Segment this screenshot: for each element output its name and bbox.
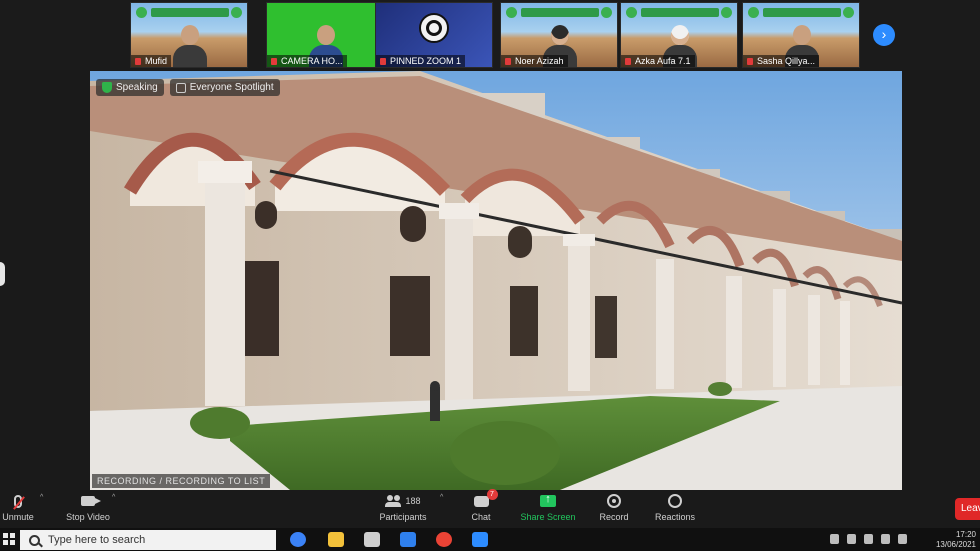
- shield-icon: [102, 82, 112, 93]
- chat-unread-badge: 7: [486, 488, 498, 500]
- mail-icon[interactable]: [400, 532, 416, 547]
- participant-tile[interactable]: Mufid: [130, 2, 248, 68]
- chevron-up-icon[interactable]: [830, 534, 839, 544]
- windows-start-icon[interactable]: [3, 533, 15, 545]
- zoom-app-icon[interactable]: [472, 532, 488, 547]
- clock-date: 13/06/2021: [935, 540, 976, 549]
- battery-icon[interactable]: [864, 534, 873, 544]
- taskbar-search-box[interactable]: Type here to search: [20, 530, 276, 550]
- next-page-button[interactable]: ›: [873, 24, 895, 46]
- stop-video-button[interactable]: Stop Video: [60, 493, 116, 522]
- stop-video-label: Stop Video: [66, 512, 110, 522]
- participant-name: PINNED ZOOM 1: [376, 55, 466, 67]
- video-overlay-chips: Speaking Everyone Spotlight: [96, 79, 280, 96]
- badge-right: [721, 7, 732, 18]
- reactions-icon: [668, 494, 682, 508]
- badge-right: [601, 7, 612, 18]
- banner: [151, 8, 229, 17]
- banner: [521, 8, 599, 17]
- spotlight-chip[interactable]: Everyone Spotlight: [169, 79, 280, 96]
- share-screen-label: Share Screen: [520, 512, 576, 522]
- participant-strip: Mufid CAMERA HO... PINNED ZOOM 1 Noer Az…: [0, 0, 980, 70]
- reactions-label: Reactions: [654, 512, 696, 522]
- banner: [641, 8, 719, 17]
- banner: [763, 8, 841, 17]
- participant-tile[interactable]: Sasha Qillya...: [742, 2, 860, 68]
- clock[interactable]: 17:20 13/06/2021: [936, 530, 976, 550]
- participant-name: CAMERA HO...: [267, 55, 347, 67]
- spotlight-icon: [175, 82, 186, 93]
- participant-tile[interactable]: PINNED ZOOM 1: [375, 2, 493, 68]
- participants-count: 188: [405, 496, 421, 506]
- search-icon: [29, 535, 40, 546]
- chat-button[interactable]: 7 Chat: [464, 488, 498, 522]
- volume-icon[interactable]: [881, 534, 890, 544]
- clock-time: 17:20: [955, 530, 976, 539]
- participant-tile[interactable]: Noer Azizah: [500, 2, 618, 68]
- participant-tile[interactable]: CAMERA HO...: [266, 2, 384, 68]
- obs-logo-icon: [419, 13, 449, 43]
- network-icon[interactable]: [847, 534, 856, 544]
- speaker-chip-label: Speaking: [116, 82, 158, 93]
- recording-label: RECORDING / RECORDING TO LIST: [92, 474, 271, 488]
- reactions-button[interactable]: Reactions: [650, 493, 700, 522]
- badge-left: [506, 7, 517, 18]
- spotlight-chip-label: Everyone Spotlight: [189, 82, 274, 93]
- side-handle[interactable]: [0, 262, 5, 286]
- badge-left: [626, 7, 637, 18]
- participant-name: Azka Aufa 7.1: [621, 55, 695, 67]
- chat-icon: 7: [473, 488, 498, 507]
- windows-taskbar: Type here to search 17:20 13/06/2021: [0, 528, 980, 551]
- edge-browser-icon[interactable]: [290, 532, 306, 547]
- participants-options-caret-icon[interactable]: ^: [440, 494, 443, 501]
- main-video: Speaking Everyone Spotlight RECORDING / …: [90, 71, 902, 490]
- chrome-icon[interactable]: [436, 532, 452, 547]
- participant-tile[interactable]: Azka Aufa 7.1: [620, 2, 738, 68]
- participant-name: Noer Azizah: [501, 55, 568, 67]
- participant-name: Sasha Qillya...: [743, 55, 820, 67]
- record-icon: [607, 494, 621, 508]
- badge-left: [748, 7, 759, 18]
- unmute-button[interactable]: Unmute: [0, 493, 36, 522]
- participants-button[interactable]: 188 Participants: [374, 493, 432, 522]
- record-label: Record: [599, 512, 629, 522]
- badge-left: [136, 7, 147, 18]
- meeting-toolbar: Unmute ^ Stop Video ^ 188 Participants ^…: [0, 488, 980, 528]
- video-camera-icon: [81, 496, 101, 506]
- leave-button[interactable]: Leave: [955, 498, 980, 520]
- participant-name: Mufid: [131, 55, 172, 67]
- chat-label: Chat: [471, 512, 491, 522]
- record-button[interactable]: Record: [594, 493, 634, 522]
- audio-options-caret-icon[interactable]: ^: [40, 494, 43, 501]
- badge-right: [231, 7, 242, 18]
- participants-icon: [385, 495, 402, 507]
- keyboard-icon[interactable]: [898, 534, 907, 544]
- share-screen-icon: [540, 493, 556, 507]
- video-options-caret-icon[interactable]: ^: [112, 494, 115, 501]
- system-tray: [830, 534, 907, 544]
- unmute-label: Unmute: [2, 512, 34, 522]
- participants-label: Participants: [379, 512, 427, 522]
- share-screen-button[interactable]: Share Screen: [516, 493, 580, 522]
- store-icon[interactable]: [364, 532, 380, 547]
- file-explorer-icon[interactable]: [328, 532, 344, 547]
- badge-right: [843, 7, 854, 18]
- search-placeholder: Type here to search: [48, 534, 146, 546]
- mosque-courtyard-scene: [90, 71, 902, 490]
- avatar: [173, 21, 207, 67]
- speaker-chip: Speaking: [96, 79, 164, 96]
- microphone-muted-icon: [14, 494, 22, 508]
